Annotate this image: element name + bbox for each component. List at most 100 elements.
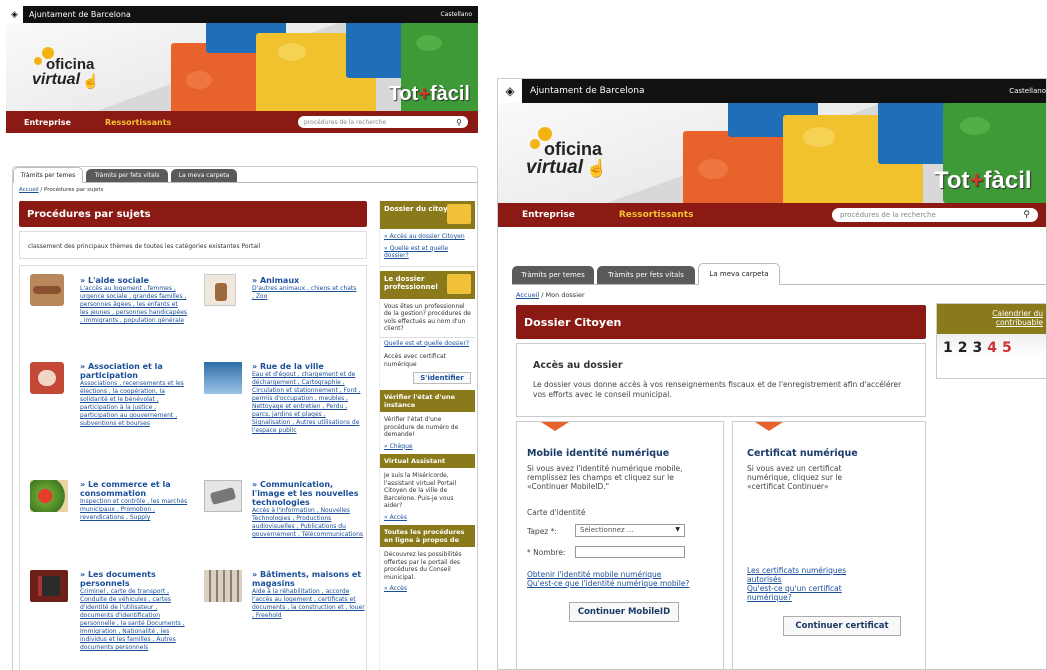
search-input[interactable]: procédures de la recherche ⚲: [832, 208, 1038, 222]
category-communication: » Communication, l'image et les nouvelle…: [252, 480, 364, 539]
identify-button[interactable]: S'identifier: [413, 372, 471, 384]
produce-icon[interactable]: [30, 480, 68, 512]
dossier-access-link[interactable]: » Accès au dossier Citoyen: [384, 233, 465, 240]
type-select[interactable]: Sélectionnez ... ▼: [575, 524, 685, 537]
hand-pointer-icon: ☝: [586, 159, 608, 178]
category-title[interactable]: » Rue de la ville: [252, 362, 364, 371]
access-title: Accès au dossier: [533, 360, 623, 371]
search-icon[interactable]: ⚲: [1023, 210, 1030, 220]
category-links[interactable]: Inspection et contrôle , les marchés mun…: [80, 498, 194, 522]
pro-cert-text: Accès avec certificat numérique: [384, 353, 447, 368]
folder-icon: [447, 204, 471, 224]
dossier-what-link[interactable]: » Quelle est et quelle dossier?: [384, 245, 448, 260]
tab-by-topic[interactable]: Tràmits per temes: [13, 167, 83, 183]
intro-text: classement des principaux thèmes de tout…: [19, 231, 367, 259]
content-area: Tràmits per temes Tràmits per fets vital…: [512, 263, 1046, 669]
category-links[interactable]: L'accès au logement , femmes , urgence s…: [80, 285, 188, 325]
language-link[interactable]: Castellano: [1009, 87, 1046, 95]
get-mobile-id-link[interactable]: Obtenir l'identité mobile numérique: [527, 570, 661, 579]
continue-certificate-button[interactable]: Continuer certificat: [783, 616, 901, 636]
category-buildings: » Bâtiments, maisons et magasins Aide à …: [252, 570, 366, 620]
category-links[interactable]: Criminel , carte de transport , Conduite…: [80, 588, 192, 652]
tab-life-events[interactable]: Tràmits per fets vitals: [597, 266, 695, 284]
category-links[interactable]: D'autres animaux , chiens et chats , Zoo: [252, 285, 360, 301]
category-title[interactable]: » Les documents personnels: [80, 570, 192, 588]
access-text: Le dossier vous donne accès à vos rensei…: [533, 380, 902, 399]
oficina-virtual-logo[interactable]: oficina virtual ☝: [526, 123, 626, 183]
category-title[interactable]: » Le commerce et la consommation: [80, 480, 194, 498]
certificate-title: Certificat numérique: [747, 448, 858, 459]
verify-heading: Vérifier l'état d'une instance: [380, 390, 475, 412]
tab-my-folder[interactable]: La meva carpeta: [171, 169, 237, 182]
nav-ressortissants[interactable]: Ressortissants: [105, 118, 171, 127]
category-title[interactable]: » Association et la participation: [80, 362, 192, 380]
oficina-virtual-logo[interactable]: oficina virtual ☝: [32, 43, 112, 93]
number-input[interactable]: [575, 546, 685, 558]
language-link[interactable]: Castellano: [440, 11, 478, 18]
banner: oficina virtual ☝ Tot+fàcil: [6, 23, 478, 111]
calendar-title[interactable]: Calendrier du contribuable: [937, 304, 1046, 334]
what-is-mobile-id-link[interactable]: Qu'est-ce que l'identité numérique mobil…: [527, 579, 689, 588]
folder-icon: [447, 273, 471, 294]
chevron-down-icon: [755, 422, 783, 431]
category-links[interactable]: Associations , recensements et les élect…: [80, 380, 192, 428]
verify-text: Vérifier l'état d'une procédure de numér…: [384, 416, 459, 438]
handshake-icon[interactable]: [30, 274, 64, 306]
top-bar: ◈ Ajuntament de Barcelona Castellano: [6, 6, 478, 23]
right-dossier-page: ◈ Ajuntament de Barcelona Castellano ofi…: [497, 78, 1047, 670]
all-procedures-link[interactable]: » Accès: [384, 585, 407, 592]
breadcrumb: Accueil / Mon dossier: [516, 291, 585, 299]
breadcrumb-home[interactable]: Accueil: [19, 187, 39, 193]
page-title: Dossier Citoyen: [516, 305, 926, 339]
org-name[interactable]: Ajuntament de Barcelona: [530, 86, 645, 96]
dropdown-arrow-icon: ▼: [675, 526, 680, 533]
search-input[interactable]: procédures de la recherche ⚲: [298, 116, 468, 128]
continue-mobileid-button[interactable]: Continuer MobileID: [569, 602, 679, 622]
documents-icon[interactable]: [30, 570, 68, 602]
main-nav: Entreprise Ressortissants procédures de …: [6, 111, 478, 133]
participation-icon[interactable]: [30, 362, 64, 394]
taxpayer-calendar-widget[interactable]: Calendrier du contribuable 12345: [936, 303, 1046, 379]
category-title[interactable]: » Communication, l'image et les nouvelle…: [252, 480, 364, 507]
crest-icon[interactable]: ◈: [498, 79, 522, 103]
breadcrumb: Accueil / Procédures par sujets: [19, 187, 104, 193]
pro-what-link[interactable]: Quelle est et quelle dossier?: [384, 340, 469, 347]
nav-entreprise[interactable]: Entreprise: [24, 118, 71, 127]
hand-pointer-icon: ☝: [82, 73, 100, 89]
number-label: * Nombre:: [527, 548, 566, 557]
tab-my-folder[interactable]: La meva carpeta: [698, 263, 780, 285]
main-nav: Entreprise Ressortissants procédures de …: [498, 203, 1046, 227]
verify-link[interactable]: » Chèque: [384, 443, 413, 450]
category-title[interactable]: » Bâtiments, maisons et magasins: [252, 570, 366, 588]
nav-entreprise[interactable]: Entreprise: [522, 210, 575, 220]
what-is-cert-link[interactable]: Qu'est-ce qu'un certificat numérique?: [747, 584, 867, 602]
authorized-certs-link[interactable]: Les certificats numériques autorisés: [747, 566, 867, 584]
virtual-assistant-heading: Virtual Assistant: [380, 454, 475, 468]
category-title[interactable]: » Animaux: [252, 276, 360, 285]
search-icon[interactable]: ⚲: [456, 118, 462, 127]
left-portal-page: ◈ Ajuntament de Barcelona Castellano ofi…: [6, 6, 478, 670]
category-links[interactable]: Eau et d'égout , chargement et de déchar…: [252, 371, 364, 435]
nav-ressortissants[interactable]: Ressortissants: [619, 210, 694, 220]
top-bar: ◈ Ajuntament de Barcelona Castellano: [498, 79, 1046, 103]
mobile-id-text: Si vous avez l'identité numérique mobile…: [527, 464, 683, 491]
all-procedures-text: Découvrez les possibilités offertes par …: [384, 551, 462, 581]
virtual-assistant-link[interactable]: » Accès: [384, 514, 407, 521]
breadcrumb-home[interactable]: Accueil: [516, 291, 539, 299]
tab-life-events[interactable]: Tràmits per fets vitals: [86, 169, 168, 182]
building-icon[interactable]: [204, 570, 242, 602]
category-links[interactable]: Accès à l'information , Nouvelles Techno…: [252, 507, 364, 539]
category-links[interactable]: Aide à la réhabilitation , accorde l'acc…: [252, 588, 366, 620]
access-panel: Accès au dossier Le dossier vous donne a…: [516, 343, 926, 417]
device-icon[interactable]: [204, 480, 242, 512]
category-association: » Association et la participation Associ…: [80, 362, 192, 428]
pro-text: Vous êtes un professionnel de la gestion…: [384, 302, 471, 333]
org-name[interactable]: Ajuntament de Barcelona: [29, 10, 131, 19]
street-icon[interactable]: [204, 362, 242, 394]
dog-icon[interactable]: [204, 274, 236, 306]
tab-by-topic[interactable]: Tràmits per temes: [512, 266, 594, 284]
right-sidebar: Dossier du citoyen » Accès au dossier Ci…: [379, 201, 475, 670]
category-title[interactable]: » L'aide sociale: [80, 276, 188, 285]
crest-icon[interactable]: ◈: [6, 6, 23, 23]
category-documents: » Les documents personnels Criminel , ca…: [80, 570, 192, 652]
